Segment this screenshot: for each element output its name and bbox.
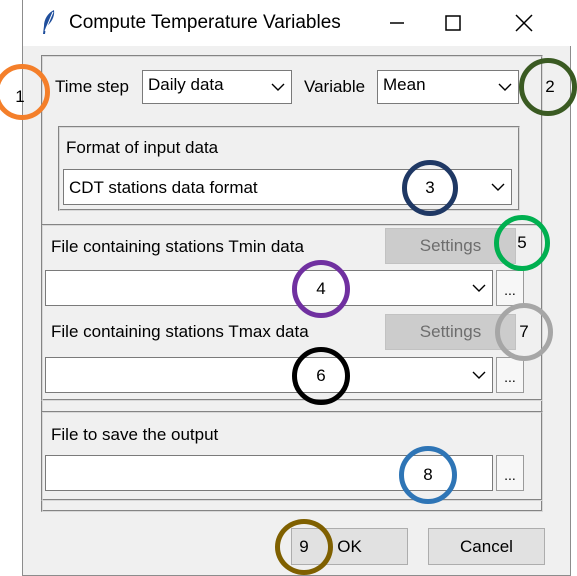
input-format-value: CDT stations data format <box>69 178 258 197</box>
annotation-marker-9: 9 <box>275 519 333 575</box>
title-bar[interactable]: Compute Temperature Variables <box>23 0 572 46</box>
chevron-down-icon <box>271 83 285 91</box>
tmax-browse-button[interactable]: ... <box>496 357 524 393</box>
annotation-label-4: 4 <box>316 279 326 298</box>
annotation-marker-5: 5 <box>494 215 550 271</box>
variable-select[interactable]: Mean <box>377 70 519 104</box>
cancel-button[interactable]: Cancel <box>428 528 545 565</box>
annotation-label-5: 5 <box>517 233 527 252</box>
output-label: File to save the output <box>51 425 219 444</box>
annotation-label-2: 2 <box>545 77 555 96</box>
annotation-marker-8: 8 <box>399 446 457 504</box>
chevron-down-icon <box>472 284 486 292</box>
annotation-marker-6: 6 <box>292 347 350 405</box>
minimize-button[interactable] <box>372 0 422 46</box>
annotation-label-8: 8 <box>423 465 433 484</box>
tmax-file-select[interactable] <box>45 357 493 393</box>
annotation-marker-2: 2 <box>519 58 577 116</box>
annotation-label-1: 1 <box>15 87 25 106</box>
chevron-down-icon <box>498 83 512 91</box>
annotation-label-9: 9 <box>299 537 309 556</box>
output-browse-button[interactable]: ... <box>496 455 524 491</box>
annotation-marker-3: 3 <box>402 160 458 216</box>
tmin-label: File containing stations Tmin data <box>51 237 304 256</box>
tmax-label: File containing stations Tmax data <box>51 322 309 341</box>
time-step-value: Daily data <box>148 75 224 94</box>
chevron-down-icon <box>472 371 486 379</box>
input-format-label: Format of input data <box>66 138 219 157</box>
variable-value: Mean <box>383 75 426 94</box>
time-step-label: Time step <box>55 77 130 96</box>
variable-label: Variable <box>304 77 366 96</box>
chevron-down-icon <box>491 183 505 191</box>
annotation-label-7: 7 <box>519 322 529 341</box>
annotation-marker-7: 7 <box>495 303 553 361</box>
minimize-icon <box>390 22 404 24</box>
annotation-label-3: 3 <box>425 178 435 197</box>
tmin-browse-button[interactable]: ... <box>496 270 524 306</box>
maximize-icon <box>445 15 461 31</box>
maximize-button[interactable] <box>428 0 478 46</box>
close-icon <box>515 14 533 32</box>
annotation-marker-4: 4 <box>292 260 350 318</box>
close-button[interactable] <box>499 0 549 46</box>
annotation-label-6: 6 <box>316 366 326 385</box>
feather-icon <box>43 10 55 34</box>
window-title: Compute Temperature Variables <box>69 12 341 33</box>
time-step-select[interactable]: Daily data <box>142 70 292 104</box>
tmin-file-select[interactable] <box>45 270 493 306</box>
